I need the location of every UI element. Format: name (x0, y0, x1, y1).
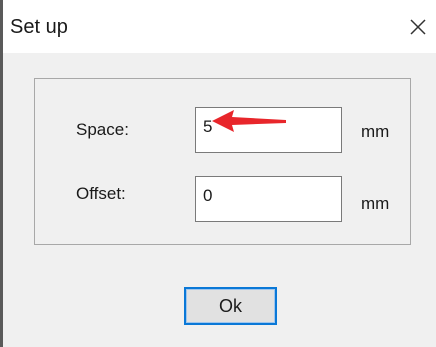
close-icon (410, 19, 426, 35)
dialog-title: Set up (10, 16, 68, 38)
close-button[interactable] (404, 13, 432, 41)
red-arrow-icon (212, 110, 286, 132)
offset-input[interactable]: 0 (195, 176, 342, 222)
ok-button[interactable]: Ok (184, 287, 277, 325)
offset-label: Offset: (76, 184, 126, 203)
space-label: Space: (76, 120, 129, 139)
space-unit: mm (361, 122, 390, 141)
offset-unit: mm (361, 194, 390, 213)
